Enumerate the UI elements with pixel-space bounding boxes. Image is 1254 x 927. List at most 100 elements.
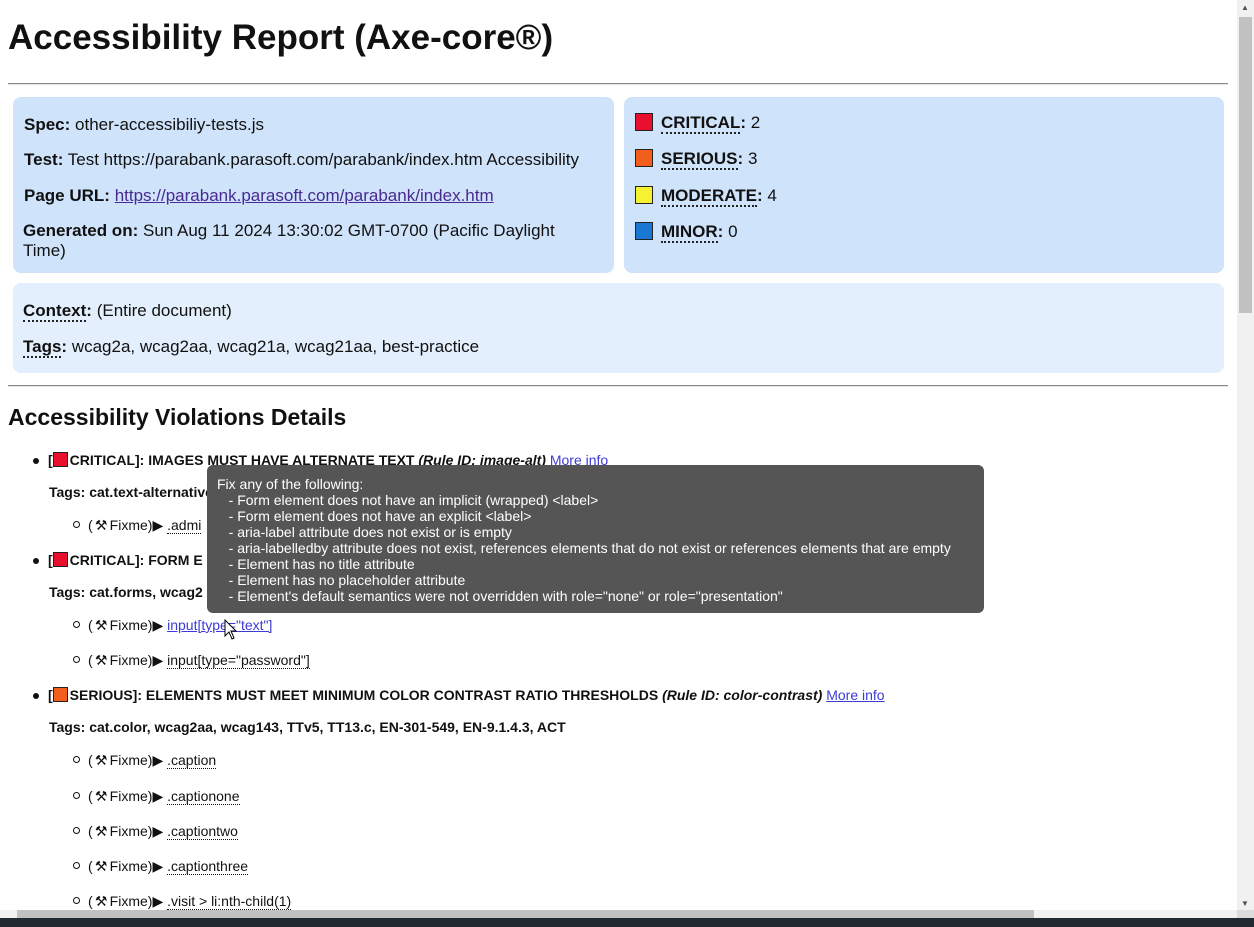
scroll-down-icon[interactable]: ▼ — [1241, 899, 1249, 908]
fixme-label[interactable]: Fixme)▶ — [110, 752, 167, 768]
tools-icon: ⚒ — [94, 823, 108, 839]
list-item: (⚒ Fixme)▶ input[type="password"] — [88, 652, 310, 669]
tooltip-line: Fix any of the following: — [217, 476, 364, 492]
tools-icon: ⚒ — [94, 517, 108, 533]
tooltip-line: - Element has no placeholder attribute — [217, 572, 466, 588]
impact-count: 2 — [750, 113, 761, 132]
tooltip-line: - aria-labelledby attribute does not exi… — [217, 540, 951, 556]
node-selector[interactable]: .captionthree — [167, 858, 249, 875]
impact-label: SERIOUS — [661, 149, 738, 170]
divider — [8, 83, 1228, 85]
fix-tooltip: Fix any of the following: - Form element… — [207, 465, 984, 613]
node-selector[interactable]: input[type="text"] — [167, 617, 272, 633]
report-page: Accessibility Report (Axe-core®) Spec: o… — [0, 0, 1237, 911]
critical-swatch — [635, 113, 653, 131]
divider — [8, 385, 1228, 387]
tags-row: Tags: wcag2a, wcag2aa, wcag21a, wcag21aa… — [23, 337, 480, 358]
list-item: (⚒ Fixme)▶ .admi — [88, 517, 202, 534]
node-selector[interactable]: .admi — [167, 517, 202, 534]
impact-label: MINOR — [661, 222, 718, 243]
list-item: (⚒ Fixme)▶ .captionthree — [88, 858, 249, 875]
list-item: (⚒ Fixme)▶ .visit > li:nth-child(1) — [88, 893, 292, 910]
list-item: (⚒ Fixme)▶ .captiontwo — [88, 823, 238, 840]
serious-swatch — [52, 687, 68, 702]
list-bullet — [73, 621, 80, 628]
list-bullet — [73, 897, 80, 904]
tools-icon: ⚒ — [94, 788, 108, 804]
fixme-label[interactable]: Fixme)▶ — [110, 617, 167, 633]
page-title: Accessibility Report (Axe-core®) — [8, 18, 554, 57]
fixme-label[interactable]: Fixme)▶ — [110, 893, 167, 909]
list-bullet — [33, 458, 39, 464]
impact-count: 4 — [767, 186, 777, 205]
fixme-label[interactable]: Fixme)▶ — [110, 517, 167, 533]
impact-row-critical: CRITICAL: 2 — [635, 113, 1213, 134]
page-url-link[interactable]: https://parabank.parasoft.com/parabank/i… — [115, 186, 494, 205]
fixme-label[interactable]: Fixme)▶ — [110, 652, 167, 668]
violation-title: ELEMENTS MUST MEET MINIMUM COLOR CONTRAS… — [145, 687, 663, 703]
list-bullet — [33, 693, 39, 699]
node-selector[interactable]: .visit > li:nth-child(1) — [167, 893, 292, 910]
impact-row-serious: SERIOUS: 3 — [635, 149, 1213, 170]
scrollbar-thumb[interactable] — [17, 910, 1034, 918]
fixme-label[interactable]: Fixme)▶ — [110, 823, 167, 839]
list-bullet — [73, 792, 80, 799]
generated-value: Sun Aug 11 2024 13:30:02 GMT-0700 (Pacif… — [142, 221, 555, 240]
tooltip-line: - Element's default semantics were not o… — [217, 588, 783, 604]
tooltip-line: - Form element does not have an explicit… — [217, 508, 532, 524]
impact-summary-card: CRITICAL: 2 SERIOUS: 3 MODERATE: 4 MINOR… — [624, 97, 1224, 273]
scrollbar-thumb[interactable] — [1239, 17, 1252, 313]
node-selector[interactable]: .captionone — [167, 788, 240, 805]
node-selector[interactable]: input[type="password"] — [167, 652, 310, 669]
node-selector[interactable]: .captiontwo — [167, 823, 238, 840]
context-label: Context — [23, 301, 87, 322]
critical-swatch — [52, 552, 68, 567]
context-card: Context: (Entire document) Tags: wcag2a,… — [13, 283, 1224, 373]
violation-tags: Tags: cat.color, wcag2aa, wcag143, TTv5,… — [49, 719, 566, 735]
tooltip-line: - aria-label attribute does not exist or… — [217, 524, 512, 540]
spec-row: Spec: other-accessibiliy-tests.js — [24, 115, 603, 135]
impact-label: CRITICAL — [661, 113, 741, 134]
fixme-label[interactable]: Fixme)▶ — [110, 788, 167, 804]
list-item: (⚒ Fixme)▶ .caption — [88, 752, 217, 769]
tools-icon: ⚒ — [94, 858, 108, 874]
list-bullet — [33, 558, 39, 564]
url-row: Page URL: https://parabank.parasoft.com/… — [24, 186, 603, 206]
list-item: (⚒ Fixme)▶ .captionone — [88, 788, 240, 805]
scrollbar-corner — [1237, 910, 1254, 918]
list-bullet — [73, 827, 80, 834]
test-row: Test: Test https://parabank.parasoft.com… — [24, 150, 603, 170]
impact-label: MODERATE — [661, 186, 758, 207]
violation-heading: [SERIOUS]: ELEMENTS MUST MEET MINIMUM CO… — [48, 687, 885, 703]
spec-value: other-accessibiliy-tests.js — [75, 115, 264, 134]
generated-label: Generated on: — [23, 221, 139, 240]
context-value: (Entire document) — [96, 301, 232, 320]
violation-heading: [CRITICAL]: FORM E — [48, 552, 203, 568]
tools-icon: ⚒ — [94, 893, 108, 909]
violation-tags: Tags: cat.forms, wcag2 — [49, 584, 203, 600]
tools-icon: ⚒ — [94, 652, 108, 668]
section-title: Accessibility Violations Details — [8, 404, 347, 430]
vertical-scrollbar[interactable]: ▲ ▼ — [1237, 0, 1254, 911]
horizontal-scrollbar[interactable] — [0, 910, 1237, 918]
more-info-link[interactable]: More info — [826, 687, 884, 703]
list-bullet — [73, 521, 80, 528]
tooltip-line: - Form element does not have an implicit… — [217, 492, 599, 508]
serious-swatch — [635, 149, 653, 167]
node-selector[interactable]: .caption — [167, 752, 217, 769]
violation-impact: CRITICAL]: — [69, 452, 149, 468]
impact-row-moderate: MODERATE: 4 — [635, 186, 1213, 207]
list-bullet — [73, 656, 80, 663]
tools-icon: ⚒ — [94, 752, 108, 768]
tooltip-line: - Element has no title attribute — [217, 556, 415, 572]
taskbar — [0, 918, 1254, 927]
spec-label: Spec: — [24, 115, 71, 134]
scroll-up-icon[interactable]: ▲ — [1241, 3, 1249, 12]
summary-card: Spec: other-accessibiliy-tests.js Test: … — [13, 97, 614, 273]
moderate-swatch — [635, 186, 653, 204]
tags-value: wcag2a, wcag2aa, wcag21a, wcag21aa, best… — [71, 337, 480, 356]
fixme-label[interactable]: Fixme)▶ — [110, 858, 167, 874]
mouse-pointer-icon — [224, 619, 238, 640]
violation-tags: Tags: cat.text-alternatives — [49, 484, 221, 500]
tags-label: Tags — [23, 337, 62, 358]
